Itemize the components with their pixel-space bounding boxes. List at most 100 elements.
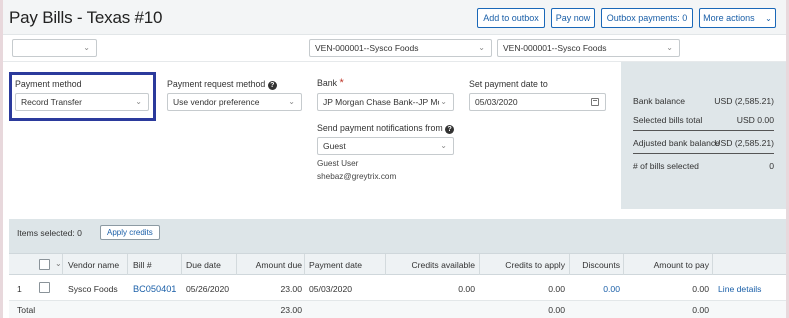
bank-label-text: Bank bbox=[317, 78, 338, 88]
col-amount-to-pay[interactable]: Amount to pay bbox=[625, 260, 709, 270]
col-payment-date[interactable]: Payment date bbox=[309, 260, 362, 270]
notify-select[interactable]: Guest ⌄ bbox=[317, 137, 454, 155]
chevron-down-icon: ⌄ bbox=[765, 14, 772, 23]
more-actions-label: More actions bbox=[703, 13, 755, 23]
payment-request-select[interactable]: Use vendor preference ⌄ bbox=[167, 93, 302, 111]
row-amount-to-pay[interactable]: 0.00 bbox=[625, 284, 709, 294]
balance-divider bbox=[633, 130, 774, 131]
vendor-to-value: VEN-000001--Sysco Foods bbox=[503, 43, 607, 53]
apply-credits-button[interactable]: Apply credits bbox=[100, 225, 160, 240]
column-divider bbox=[304, 254, 305, 275]
chevron-down-icon: ⌄ bbox=[440, 97, 447, 106]
balance-divider bbox=[633, 153, 774, 154]
num-bills-label: # of bills selected bbox=[633, 161, 699, 171]
total-amount-to-pay: 0.00 bbox=[692, 305, 709, 315]
pay-bills-page: Pay Bills - Texas #10 Add to outbox Pay … bbox=[3, 0, 786, 318]
table-row: 1 Sysco Foods BC050401 05/26/2020 23.00 … bbox=[9, 275, 786, 301]
row-checkbox[interactable] bbox=[39, 282, 50, 293]
column-divider bbox=[569, 254, 570, 275]
payment-form: Payment method Record Transfer ⌄ Payment… bbox=[3, 62, 786, 209]
page-title: Pay Bills - Texas #10 bbox=[9, 8, 163, 27]
items-toolbar: Items selected: 0 Apply credits bbox=[9, 219, 786, 247]
adjusted-balance-value: USD (2,585.21) bbox=[714, 138, 774, 148]
row-payment-date[interactable]: 05/03/2020 bbox=[309, 284, 352, 294]
chevron-down-icon[interactable]: ⌄ bbox=[55, 259, 62, 268]
line-details-link[interactable]: Line details bbox=[718, 284, 761, 294]
column-divider bbox=[127, 254, 128, 275]
chevron-down-icon: ⌄ bbox=[478, 43, 485, 52]
page-header: Pay Bills - Texas #10 Add to outbox Pay … bbox=[3, 0, 786, 35]
num-bills-row: # of bills selected 0 bbox=[633, 161, 774, 171]
chevron-down-icon: ⌄ bbox=[288, 97, 295, 106]
payment-method-select[interactable]: Record Transfer ⌄ bbox=[15, 93, 149, 111]
column-divider bbox=[712, 254, 713, 275]
total-row: Total 23.00 0.00 0.00 bbox=[9, 301, 786, 318]
payment-date-input[interactable]: 05/03/2020 bbox=[469, 93, 606, 111]
col-vendor-name[interactable]: Vendor name bbox=[68, 260, 119, 270]
payment-request-label-text: Payment request method bbox=[167, 79, 266, 89]
payment-request-value: Use vendor preference bbox=[173, 97, 260, 107]
num-bills-value: 0 bbox=[769, 161, 774, 171]
row-credits-available: 0.00 bbox=[458, 284, 475, 294]
column-divider bbox=[479, 254, 480, 275]
total-label: Total bbox=[17, 305, 36, 315]
pay-now-button[interactable]: Pay now bbox=[551, 8, 595, 28]
col-credits-available[interactable]: Credits available bbox=[389, 260, 475, 270]
help-icon[interactable]: ? bbox=[445, 125, 455, 134]
column-divider bbox=[385, 254, 386, 275]
select-all-checkbox[interactable] bbox=[39, 259, 50, 270]
col-credits-to-apply[interactable]: Credits to apply bbox=[483, 260, 565, 270]
col-discounts[interactable]: Discounts bbox=[571, 260, 620, 270]
selected-total-row: Selected bills total USD 0.00 bbox=[633, 115, 774, 125]
col-amount-due[interactable]: Amount due bbox=[238, 260, 302, 270]
chevron-down-icon: ⌄ bbox=[440, 141, 447, 150]
notify-user: Guest User bbox=[317, 159, 359, 168]
total-amount-due: 23.00 bbox=[280, 305, 302, 315]
vendor-to-select[interactable]: VEN-000001--Sysco Foods ⌄ bbox=[497, 39, 680, 57]
col-due-date[interactable]: Due date bbox=[186, 260, 221, 270]
selected-total-value: USD 0.00 bbox=[736, 115, 774, 125]
payment-method-value: Record Transfer bbox=[21, 97, 82, 107]
chevron-down-icon: ⌄ bbox=[135, 97, 142, 106]
add-to-outbox-button[interactable]: Add to outbox bbox=[477, 8, 545, 28]
payment-method-label: Payment method bbox=[15, 79, 82, 89]
bank-balance-row: Bank balance USD (2,585.21) bbox=[633, 96, 774, 106]
notify-value: Guest bbox=[323, 141, 346, 151]
bank-value: JP Morgan Chase Bank--JP Morgan bbox=[323, 97, 439, 107]
bank-balance-value: USD (2,585.21) bbox=[714, 96, 774, 106]
col-bill-no[interactable]: Bill # bbox=[133, 260, 152, 270]
row-due-date: 05/26/2020 bbox=[186, 284, 230, 294]
column-divider bbox=[62, 254, 63, 275]
section-spacer bbox=[3, 209, 786, 219]
payment-date-label: Set payment date to bbox=[469, 79, 548, 89]
filter-select[interactable]: ⌄ bbox=[12, 39, 97, 57]
selected-total-label: Selected bills total bbox=[633, 115, 703, 125]
outbox-payments-button[interactable]: Outbox payments: 0 bbox=[601, 8, 693, 28]
column-divider bbox=[236, 254, 237, 275]
balance-panel: Bank balance USD (2,585.21) Selected bil… bbox=[621, 62, 786, 209]
row-bill-link[interactable]: BC050401 bbox=[133, 284, 176, 294]
calendar-icon[interactable] bbox=[591, 98, 599, 106]
row-amount-due: 23.00 bbox=[280, 284, 302, 294]
total-credits-to-apply: 0.00 bbox=[548, 305, 565, 315]
more-actions-button[interactable]: More actions ⌄ bbox=[699, 8, 776, 28]
required-marker: * bbox=[339, 77, 344, 89]
chevron-down-icon: ⌄ bbox=[83, 43, 90, 52]
row-credits-to-apply[interactable]: 0.00 bbox=[483, 284, 565, 294]
vendor-from-select[interactable]: VEN-000001--Sysco Foods ⌄ bbox=[309, 39, 492, 57]
adjusted-balance-label: Adjusted bank balance bbox=[633, 138, 720, 148]
filter-bar: ⌄ VEN-000001--Sysco Foods ⌄ VEN-000001--… bbox=[3, 35, 786, 62]
column-divider bbox=[623, 254, 624, 275]
bank-label: Bank * bbox=[317, 77, 344, 89]
adjusted-balance-row: Adjusted bank balance USD (2,585.21) bbox=[633, 138, 774, 148]
table-header: ⌄ Vendor name Bill # Due date Amount due… bbox=[9, 253, 786, 275]
column-divider bbox=[181, 254, 182, 275]
chevron-down-icon: ⌄ bbox=[666, 43, 673, 52]
payment-request-label: Payment request method ? bbox=[167, 79, 277, 90]
bank-select[interactable]: JP Morgan Chase Bank--JP Morgan ⌄ bbox=[317, 93, 454, 111]
row-discounts-link[interactable]: 0.00 bbox=[571, 284, 620, 294]
notify-label-text: Send payment notifications from bbox=[317, 123, 443, 133]
items-selected: Items selected: 0 bbox=[17, 228, 82, 238]
help-icon[interactable]: ? bbox=[267, 81, 277, 90]
row-number: 1 bbox=[17, 284, 22, 294]
